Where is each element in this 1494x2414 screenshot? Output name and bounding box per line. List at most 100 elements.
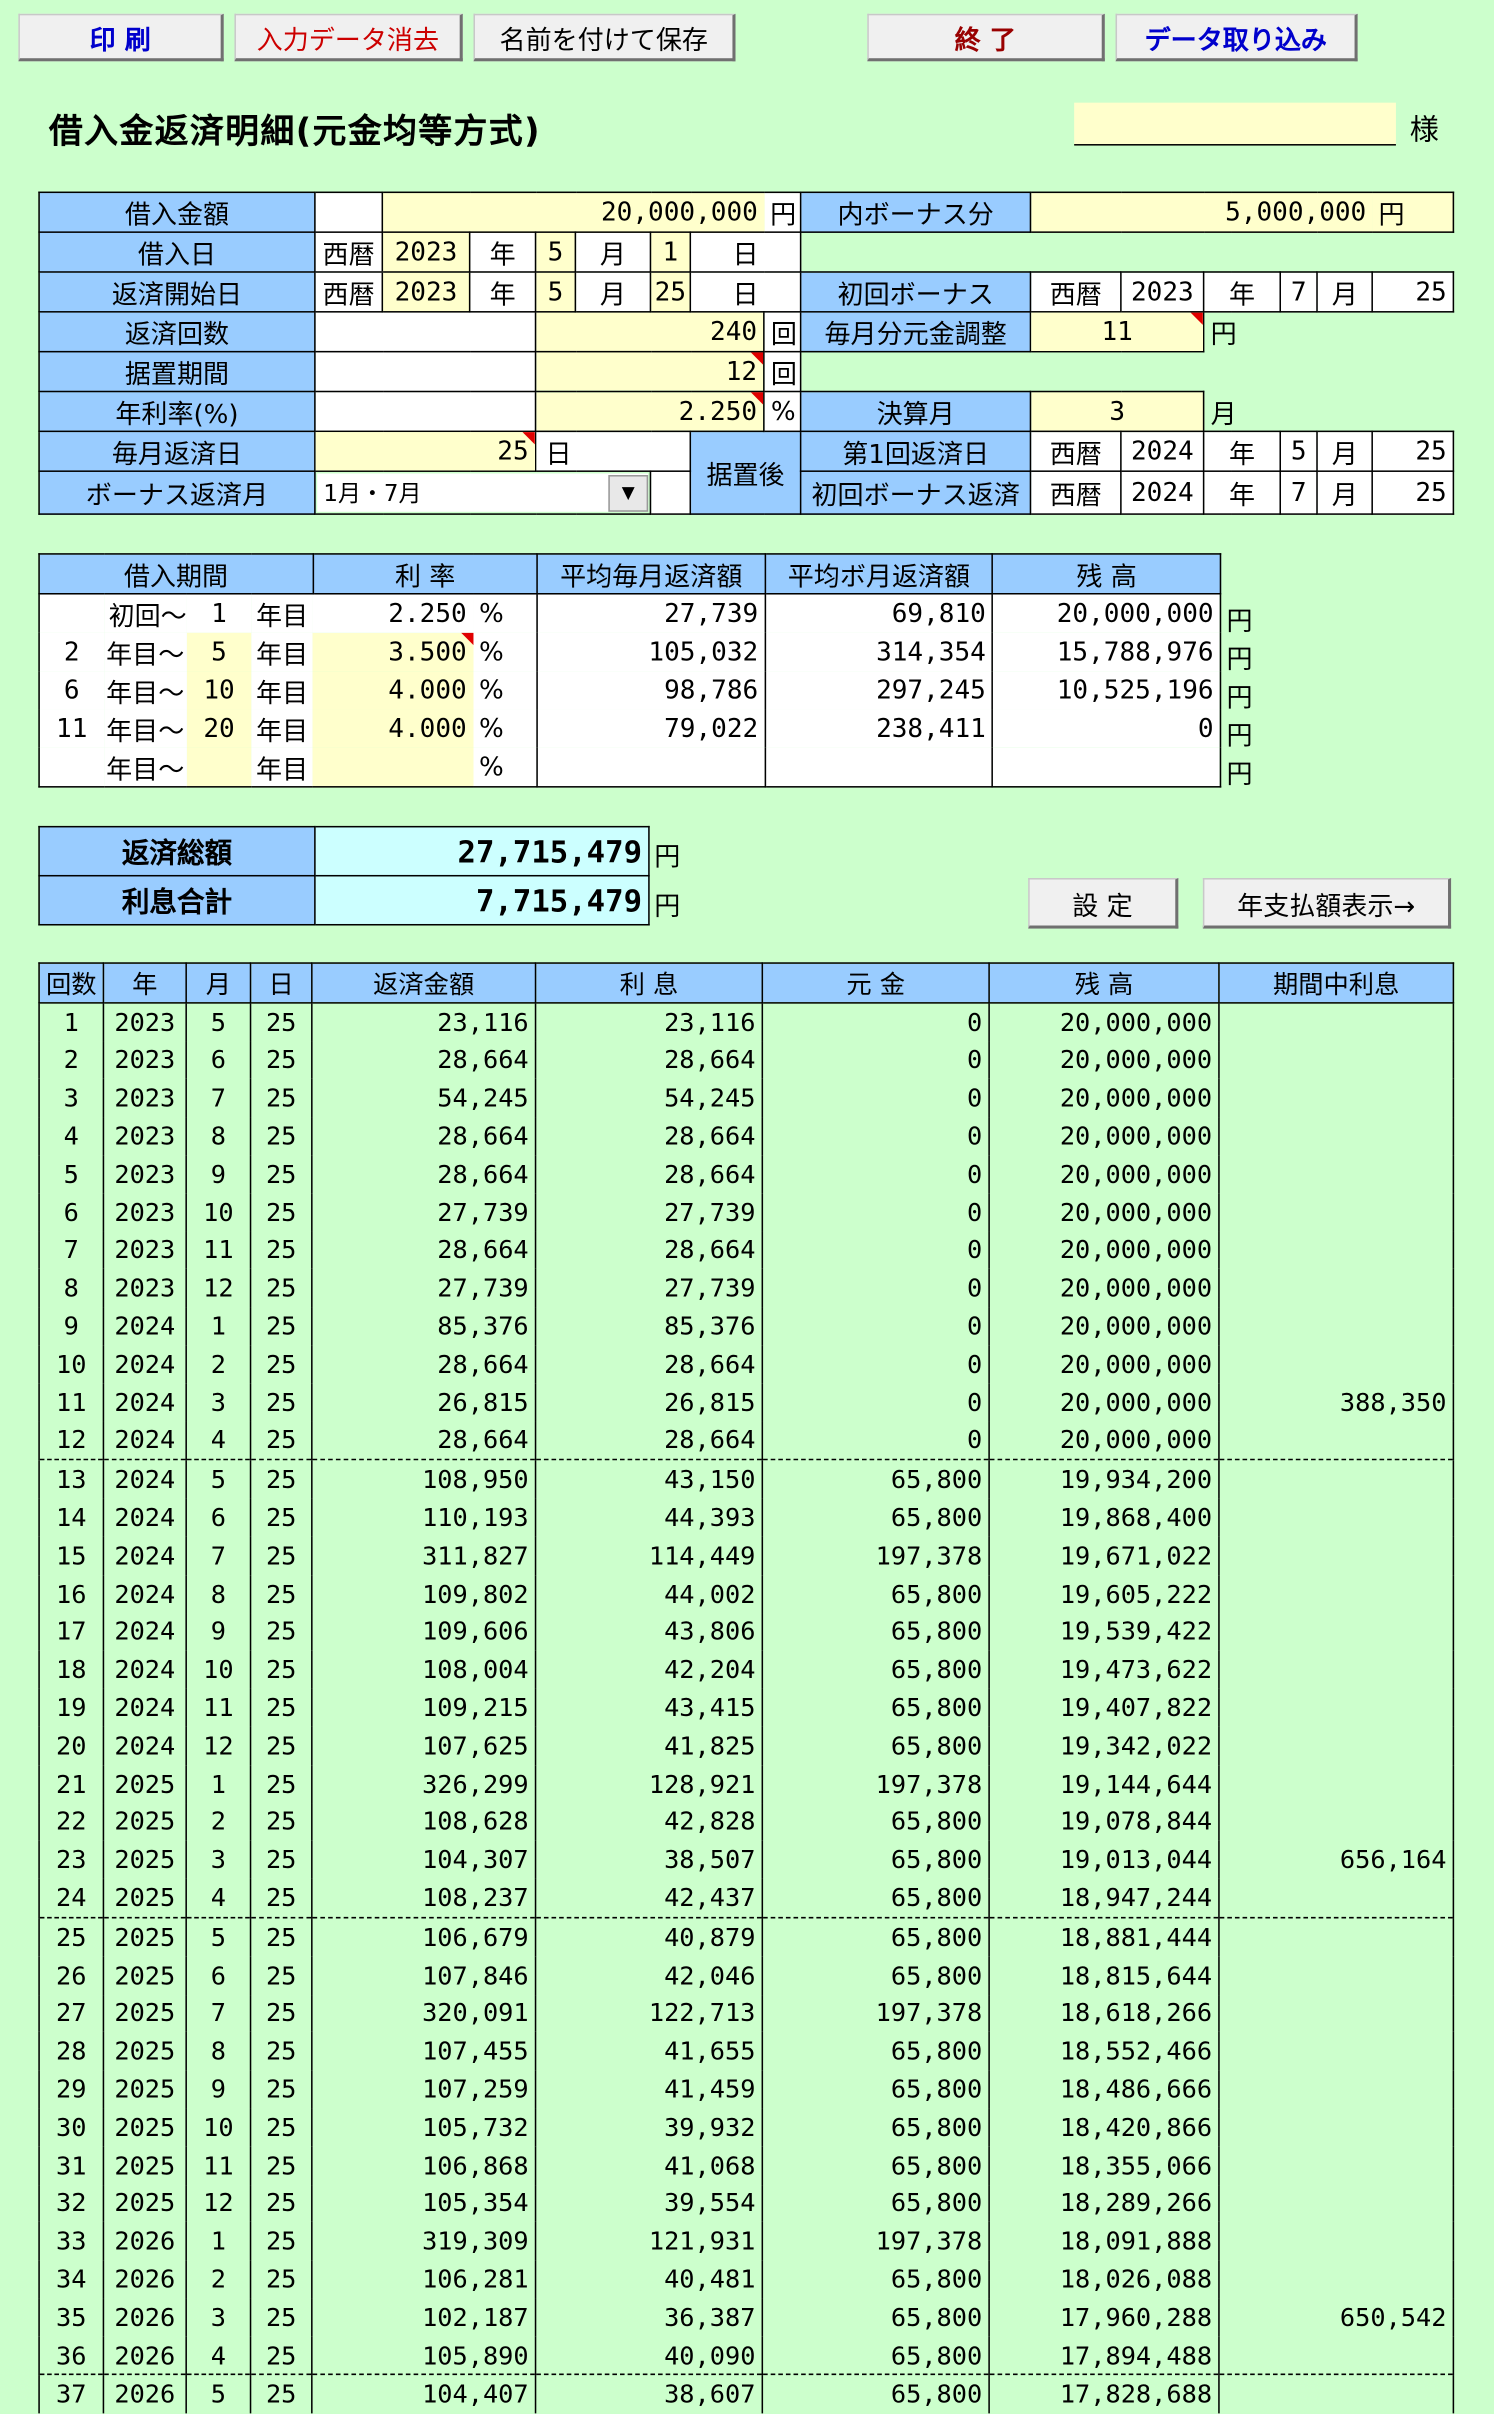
cell-year: 2023 <box>102 1155 187 1194</box>
borrow-year-input[interactable]: 2023 <box>381 231 471 273</box>
borrow-day-input[interactable]: 1 <box>649 231 692 273</box>
period-rate-input[interactable]: 4.000 <box>312 671 473 710</box>
period-start <box>38 747 104 788</box>
cell-count: 22 <box>38 1802 105 1841</box>
cell-interest: 121,931 <box>534 2222 764 2261</box>
cell-period-interest <box>1218 1269 1455 1308</box>
cell-count: 23 <box>38 1840 105 1879</box>
table-row: 20 2024 12 25 107,625 41,825 65,800 19,342,022 <box>38 1726 1455 1765</box>
cell-month: 11 <box>185 1688 252 1727</box>
table-row: 17 2024 9 25 109,606 43,806 65,800 19,539,422 <box>38 1612 1455 1651</box>
monthly-day-input[interactable]: 25 <box>314 430 537 472</box>
principal-adjust-input[interactable]: 11 <box>1029 311 1205 353</box>
period-start: 2 <box>38 632 104 672</box>
table-row: 5 2023 9 25 28,664 28,664 0 20,000,000 <box>38 1155 1455 1194</box>
cell-interest: 38,507 <box>534 1840 764 1879</box>
repay-count-input[interactable]: 240 <box>534 311 765 353</box>
repay-count-label: 返済回数 <box>38 311 316 353</box>
table-row: 15 2024 7 25 311,827 114,449 197,378 19,671,022 <box>38 1536 1455 1575</box>
borrow-month-input[interactable]: 5 <box>534 231 577 273</box>
table-row: 36 2026 4 25 105,890 40,090 65,800 17,894,488 <box>38 2336 1455 2376</box>
annual-payment-button[interactable]: 年支払額表示→ <box>1202 878 1452 929</box>
era-label: 西暦 <box>314 271 384 313</box>
year-unit: 年 <box>1202 430 1282 472</box>
period-end-input[interactable]: 5 <box>186 632 252 672</box>
cell-day: 25 <box>249 2260 313 2299</box>
period-rate-input[interactable] <box>312 747 473 788</box>
cell-year: 2025 <box>102 1802 187 1841</box>
bonus-part-input[interactable]: 5,000,000 <box>1029 191 1373 233</box>
cell-principal: 0 <box>761 1002 990 1042</box>
table-row: 28 2025 8 25 107,455 41,655 65,800 18,552,466 <box>38 2032 1455 2071</box>
yen-unit: 円 <box>763 191 802 233</box>
period-rate-input[interactable]: 3.500 <box>312 632 474 672</box>
cell-count: 32 <box>38 2184 105 2223</box>
customer-name-field[interactable] <box>1074 102 1396 146</box>
import-data-button[interactable]: データ取り込み <box>1115 13 1358 62</box>
yen-unit: 円 <box>1226 721 1253 753</box>
loan-amount-input[interactable]: 20,000,000 <box>381 191 764 233</box>
cell-day: 25 <box>249 1231 313 1270</box>
cell-interest: 41,825 <box>534 1726 764 1765</box>
cell-year: 2025 <box>102 1764 187 1803</box>
cell-period-interest <box>1218 1726 1455 1765</box>
cell-period-interest <box>1218 1117 1455 1156</box>
cell-month: 2 <box>185 2260 252 2299</box>
cell-period-interest <box>1218 1460 1455 1499</box>
period-end-input[interactable] <box>186 747 252 788</box>
cell-period-interest <box>1218 1079 1455 1118</box>
yen-unit: 円 <box>1210 320 1237 352</box>
cell-month: 6 <box>185 1498 252 1537</box>
cell-payment: 108,628 <box>311 1802 537 1841</box>
cell-count: 25 <box>38 1917 105 1957</box>
interest-total-value: 7,715,479 <box>314 874 650 926</box>
cell-year: 2023 <box>102 1269 187 1308</box>
bonus-month-value: 1月・7月 <box>323 479 422 508</box>
cell-payment: 320,091 <box>311 1994 537 2033</box>
exit-button[interactable]: 終 了 <box>867 13 1105 62</box>
period-from-label: 年目～ <box>103 671 187 710</box>
cell-day: 25 <box>249 1536 313 1575</box>
cell-principal: 65,800 <box>761 2032 990 2071</box>
save-as-button[interactable]: 名前を付けて保存 <box>473 13 736 62</box>
cell-principal: 65,800 <box>761 1956 990 1995</box>
cell-interest: 28,664 <box>534 1231 764 1270</box>
bonus-month-select[interactable]: 1月・7月 ▼ <box>314 470 652 515</box>
settings-button[interactable]: 設 定 <box>1028 878 1179 929</box>
period-avg-bonus: 297,245 <box>765 671 994 710</box>
cell-payment: 110,193 <box>311 1498 537 1537</box>
cell-day: 25 <box>249 2070 313 2109</box>
start-day-input[interactable]: 25 <box>649 271 692 313</box>
start-year-input[interactable]: 2023 <box>381 271 471 313</box>
grace-period-input[interactable]: 12 <box>534 350 765 393</box>
cell-payment: 26,815 <box>311 1383 537 1422</box>
period-balance: 15,788,976 円 <box>992 632 1252 676</box>
cell-payment: 107,259 <box>311 2070 537 2109</box>
clear-input-button[interactable]: 入力データ消去 <box>234 13 463 62</box>
cell-month: 3 <box>185 1840 252 1879</box>
cell-period-interest <box>1218 2260 1455 2299</box>
principal-adjust-label: 毎月分元金調整 <box>799 311 1032 353</box>
after-grace-label: 据置後 <box>689 430 802 515</box>
start-date-label: 返済開始日 <box>38 271 316 313</box>
cell-principal: 65,800 <box>761 1574 990 1613</box>
cell-month: 10 <box>185 1650 252 1689</box>
cell-period-interest <box>1218 1764 1455 1803</box>
period-rate-input[interactable]: 4.000 <box>312 709 473 748</box>
interest-rate-input[interactable]: 2.250 <box>534 390 765 433</box>
cell-year: 2025 <box>102 2108 187 2147</box>
period-end-input[interactable]: 20 <box>186 709 252 748</box>
year-unit: 年 <box>468 271 537 313</box>
avg-monthly-header: 平均毎月返済額 <box>536 553 766 595</box>
print-button[interactable]: 印 刷 <box>18 13 224 62</box>
cell-payment: 109,215 <box>311 1688 537 1727</box>
cell-payment: 28,664 <box>311 1041 537 1080</box>
period-end-input[interactable]: 10 <box>186 671 252 710</box>
cell-payment: 109,606 <box>311 1612 537 1651</box>
start-month-input[interactable]: 5 <box>534 271 577 313</box>
chevron-down-icon[interactable]: ▼ <box>608 474 649 512</box>
cell-payment: 107,846 <box>311 1956 537 1995</box>
cell-interest: 40,090 <box>534 2336 764 2376</box>
settlement-month-input[interactable]: 3 <box>1029 390 1205 433</box>
cell-period-interest <box>1218 2032 1455 2071</box>
